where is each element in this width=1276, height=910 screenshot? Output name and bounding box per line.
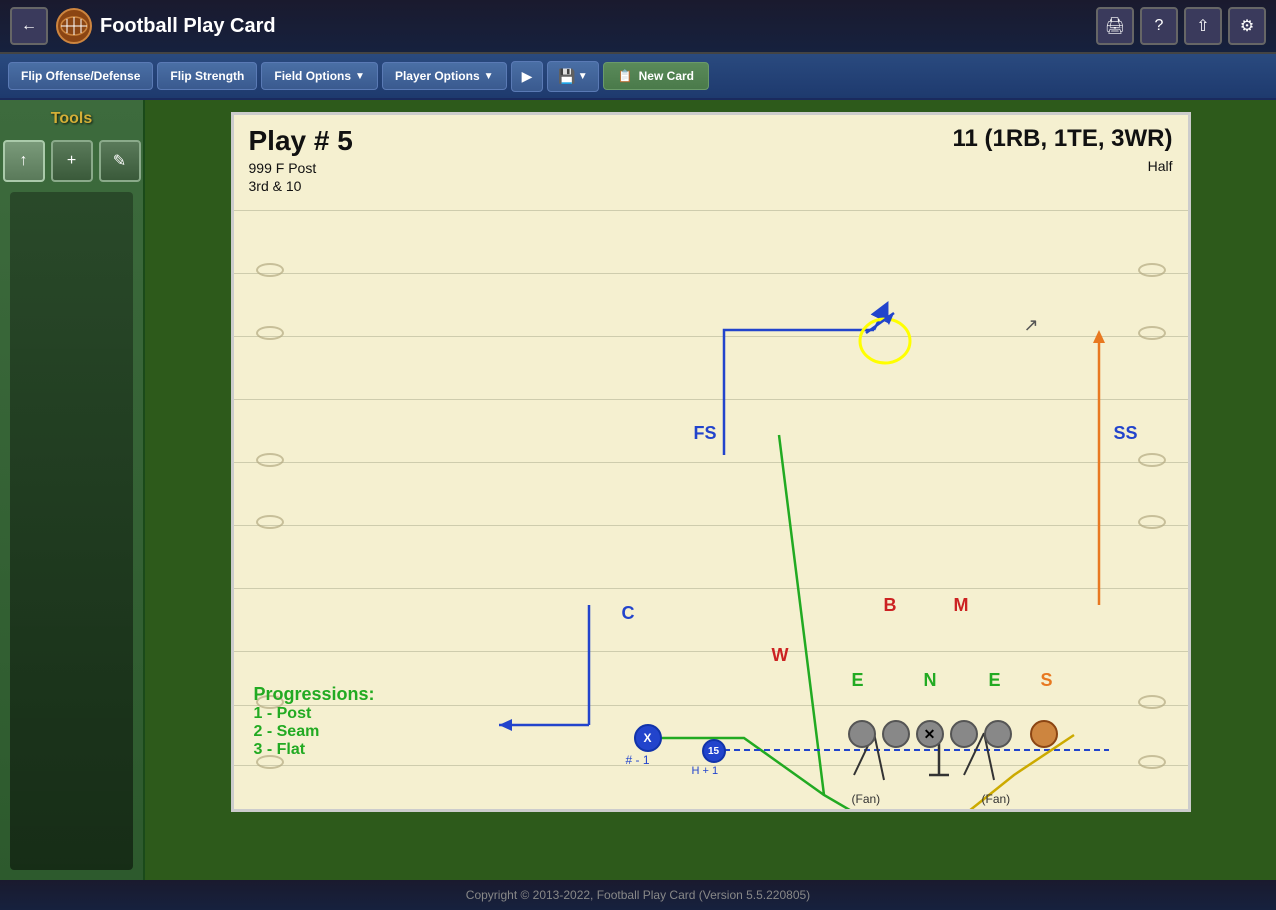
progression-1: 1 - Post [254, 705, 375, 723]
add-player-button[interactable]: + [51, 140, 93, 182]
draw-tool-button[interactable]: ✎ [99, 140, 141, 182]
flip-strength-button[interactable]: Flip Strength [157, 62, 257, 90]
lt-circle [848, 720, 876, 748]
new-card-label: New Card [639, 69, 694, 83]
te-15-sub: H + 1 [692, 765, 719, 777]
sidebar-background [10, 192, 133, 870]
share-button[interactable]: ⇧ [1184, 7, 1222, 45]
print-button[interactable]: 🖨 [1096, 7, 1134, 45]
progression-2: 2 - Seam [254, 723, 375, 741]
c-left-label: C [622, 603, 635, 624]
progressions: Progressions: 1 - Post 2 - Seam 3 - Flat [254, 684, 375, 759]
header-icons: 🖨 ? ⇧ ⚙ [1096, 7, 1266, 45]
copyright-text: Copyright © 2013-2022, Football Play Car… [466, 888, 810, 902]
tool-buttons: ↑ + ✎ [3, 140, 141, 182]
n-label: N [924, 670, 937, 691]
fan-label-left: (Fan) [852, 792, 881, 806]
play-diagram-svg [234, 115, 1188, 809]
main-content: Tools ↑ + ✎ [0, 100, 1276, 880]
new-card-button[interactable]: 📋 New Card [603, 62, 709, 90]
fs-label: FS [694, 423, 717, 444]
video-button[interactable]: ▶ [511, 61, 544, 92]
toolbar: Flip Offense/Defense Flip Strength Field… [0, 54, 1276, 100]
m-label: M [954, 595, 969, 616]
fan-label-right: (Fan) [982, 792, 1011, 806]
football-field[interactable]: Play # 5 999 F Post 3rd & 10 11 (1RB, 1T… [231, 112, 1191, 812]
header: ← Football Play Card 🖨 ? ⇧ ⚙ [0, 0, 1276, 54]
center-circle: ✕ [916, 720, 944, 748]
w-label: W [772, 645, 789, 666]
settings-button[interactable]: ⚙ [1228, 7, 1266, 45]
flip-offense-defense-button[interactable]: Flip Offense/Defense [8, 62, 153, 90]
lg-circle [882, 720, 910, 748]
e-right-label: E [989, 670, 1001, 691]
player-options-button[interactable]: Player Options ▼ [382, 62, 507, 90]
progressions-title: Progressions: [254, 684, 375, 705]
rg-circle [950, 720, 978, 748]
b-label: B [884, 595, 897, 616]
app-title: Football Play Card [100, 15, 1096, 38]
field-options-arrow: ▼ [355, 71, 365, 82]
field-container: Play # 5 999 F Post 3rd & 10 11 (1RB, 1T… [145, 100, 1276, 880]
sidebar: Tools ↑ + ✎ [0, 100, 145, 880]
s-label: S [1041, 670, 1053, 691]
new-card-icon: 📋 [618, 69, 633, 83]
tools-label: Tools [51, 110, 92, 128]
x-number: # - 1 [626, 753, 650, 767]
app-logo [56, 8, 92, 44]
help-button[interactable]: ? [1140, 7, 1178, 45]
cursor: ↗ [1024, 315, 1039, 336]
rt-circle [984, 720, 1012, 748]
ss-label: SS [1114, 423, 1138, 444]
player-options-arrow: ▼ [484, 71, 494, 82]
back-button[interactable]: ← [10, 7, 48, 45]
progression-3: 3 - Flat [254, 741, 375, 759]
e-left-label: E [852, 670, 864, 691]
strong-player-circle [1030, 720, 1058, 748]
footer: Copyright © 2013-2022, Football Play Car… [0, 880, 1276, 910]
save-button[interactable]: 💾 ▼ [547, 61, 598, 92]
select-tool-button[interactable]: ↑ [3, 140, 45, 182]
x-receiver-circle: X [634, 724, 662, 752]
field-options-button[interactable]: Field Options ▼ [261, 62, 378, 90]
te-15-circle: 15 [702, 739, 726, 763]
